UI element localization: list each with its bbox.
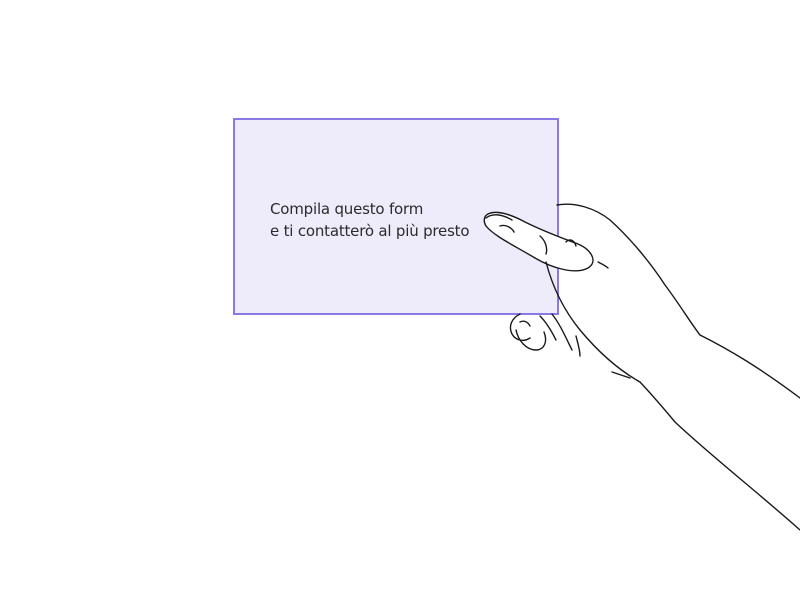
- contact-card: Compila questo form e ti contatterò al p…: [233, 118, 559, 315]
- card-message-line-2: e ti contatterò al più presto: [270, 222, 470, 240]
- illustration-scene: Compila questo form e ti contatterò al p…: [0, 0, 800, 600]
- card-message: Compila questo form e ti contatterò al p…: [270, 198, 470, 242]
- card-message-line-1: Compila questo form: [270, 200, 424, 218]
